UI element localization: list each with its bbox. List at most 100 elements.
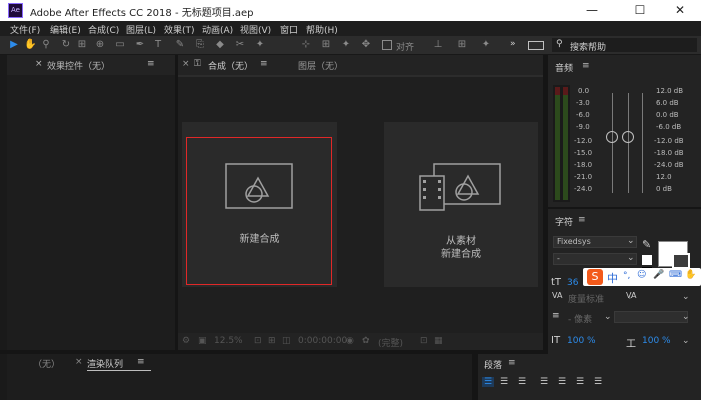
comp-tab[interactable]: 合成（无） (208, 59, 253, 72)
vertical-scale-value[interactable]: 100 % (567, 336, 596, 346)
close-tab-icon[interactable]: × (35, 59, 43, 69)
zoom-tool-icon[interactable]: ⚲ (40, 39, 52, 51)
menu-layer[interactable]: 图层(L) (126, 23, 156, 36)
align-center-icon[interactable]: ☰ (500, 377, 508, 387)
panel-menu-icon[interactable]: ≡ (508, 358, 516, 368)
timeline-none-tab[interactable]: （无） (33, 357, 60, 370)
ime-keyboard-icon[interactable]: ⌨ (669, 270, 682, 280)
align-icon-2[interactable]: ⊞ (456, 39, 468, 51)
close-tab-icon[interactable]: × (182, 59, 190, 69)
menu-animation[interactable]: 动画(A) (202, 23, 233, 36)
meter-tick: -6.0 (576, 111, 590, 119)
stroke-width-value[interactable]: - 像素 (568, 312, 592, 325)
font-size-value[interactable]: 36 (567, 278, 578, 288)
snap-icon-2[interactable]: ⊞ (320, 39, 332, 51)
justify-left-icon[interactable]: ☰ (540, 377, 548, 387)
pan-behind-tool-icon[interactable]: ⊕ (94, 39, 106, 51)
menu-window[interactable]: 窗口 (280, 23, 298, 36)
eraser-tool-icon[interactable]: ◆ (214, 39, 226, 51)
close-button[interactable]: ✕ (660, 1, 700, 20)
menu-view[interactable]: 视图(V) (240, 23, 271, 36)
render-queue-tab[interactable]: 渲染队列 (87, 357, 123, 370)
workspace-icon[interactable] (528, 41, 544, 50)
meter-tick: -9.0 (576, 123, 590, 131)
color-channel-icon[interactable]: ✿ (362, 336, 370, 346)
camera-tool-icon[interactable]: ⊞ (76, 39, 88, 51)
audio-meter (553, 85, 570, 202)
align-icon-3[interactable]: ✦ (480, 39, 492, 51)
clone-tool-icon[interactable]: ⎘ (194, 39, 206, 51)
menu-edit[interactable]: 编辑(E) (50, 23, 81, 36)
left-fader-track (612, 93, 613, 193)
stroke-type-select[interactable] (614, 311, 688, 323)
justify-all-icon[interactable]: ☰ (594, 377, 602, 387)
snap-icon-4[interactable]: ✥ (360, 39, 372, 51)
align-right-icon[interactable]: ☰ (518, 377, 526, 387)
justify-center-icon[interactable]: ☰ (558, 377, 566, 387)
align-icon-1[interactable]: ⊥ (432, 39, 444, 51)
justify-right-icon[interactable]: ☰ (576, 377, 584, 387)
ime-emoji-icon[interactable]: ☺ (637, 270, 646, 280)
close-tab-icon[interactable]: × (75, 357, 83, 367)
left-fader-knob[interactable] (606, 131, 618, 143)
right-fader-knob[interactable] (622, 131, 634, 143)
monitor-icon[interactable]: ▣ (198, 336, 207, 346)
menu-effect[interactable]: 效果(T) (164, 23, 195, 36)
panel-menu-icon[interactable]: ≡ (582, 61, 590, 71)
snap-icon-1[interactable]: ⊹ (300, 39, 312, 51)
white-swatch[interactable] (642, 255, 652, 265)
panel-menu-icon[interactable]: ≡ (147, 59, 155, 69)
search-help-field[interactable]: ⚲ 搜索帮助 (552, 38, 697, 53)
toolbar-more-icon[interactable]: » (510, 39, 516, 49)
ime-lang[interactable]: 中 (607, 270, 618, 286)
eyedropper-icon[interactable]: ✎ (642, 238, 651, 251)
camera-snapshot-icon[interactable]: ◉ (346, 336, 354, 346)
ime-logo[interactable]: S (587, 269, 603, 285)
rotate-tool-icon[interactable]: ↻ (60, 39, 72, 51)
font-family-select[interactable]: Fixedsys (553, 236, 637, 248)
pen-tool-icon[interactable]: ✒ (134, 39, 146, 51)
horizontal-scale-value[interactable]: 100 % (642, 336, 671, 346)
panel-menu-icon[interactable]: ≡ (137, 357, 145, 367)
composition-icon (225, 163, 293, 209)
panel-menu-icon[interactable]: ≡ (260, 59, 268, 69)
always-preview-icon[interactable]: ⚙ (182, 336, 190, 346)
region-icon[interactable]: ⊡ (420, 336, 428, 346)
align-checkbox[interactable] (382, 40, 392, 50)
rect-tool-icon[interactable]: ▭ (114, 39, 126, 51)
grid-icon[interactable]: ⊞ (268, 336, 276, 346)
frame-icon[interactable]: ⊡ (254, 336, 262, 346)
menu-help[interactable]: 帮助(H) (306, 23, 338, 36)
type-tool-icon[interactable]: T (152, 39, 164, 51)
brush-tool-icon[interactable]: ✎ (174, 39, 186, 51)
menu-file[interactable]: 文件(F) (10, 23, 40, 36)
resolution-select[interactable]: (完整) (378, 336, 403, 349)
effects-panel-tab[interactable]: 效果控件（无） (47, 59, 110, 72)
menu-composition[interactable]: 合成(C) (88, 23, 119, 36)
panel-menu-icon[interactable]: ≡ (578, 215, 586, 225)
maximize-button[interactable]: ☐ (620, 1, 660, 20)
layer-tab[interactable]: 图层（无） (298, 59, 343, 72)
stroke-color-swatch[interactable] (672, 253, 690, 269)
transparency-icon[interactable]: ▦ (434, 336, 443, 346)
align-left-icon[interactable]: ☰ (482, 377, 494, 387)
font-style-select[interactable]: - (553, 253, 637, 265)
effects-controls-panel: × 效果控件（无） ≡ (7, 55, 175, 350)
mask-icon[interactable]: ◫ (282, 336, 291, 346)
selection-tool-icon[interactable]: ▶ (8, 39, 20, 51)
new-comp-from-footage-card[interactable]: 从素材 新建合成 (384, 122, 538, 287)
new-composition-card[interactable]: 新建合成 (182, 122, 337, 287)
puppet-tool-icon[interactable]: ✦ (254, 39, 266, 51)
snap-icon-3[interactable]: ✦ (340, 39, 352, 51)
zoom-value[interactable]: 12.5% (214, 336, 243, 346)
lock-icon[interactable]: ⚿ (194, 59, 201, 69)
timecode[interactable]: 0:00:00:00 (298, 336, 347, 346)
roto-tool-icon[interactable]: ✂ (234, 39, 246, 51)
ime-mic-icon[interactable]: 🎤 (653, 270, 664, 280)
ime-skin-icon[interactable]: ✋ (685, 270, 696, 280)
search-icon: ⚲ (556, 39, 563, 49)
minimize-button[interactable]: — (572, 1, 612, 20)
kerning-value[interactable]: 度量标准 (568, 292, 604, 305)
ime-punct-icon[interactable]: °, (623, 271, 630, 281)
hand-tool-icon[interactable]: ✋ (24, 39, 36, 51)
